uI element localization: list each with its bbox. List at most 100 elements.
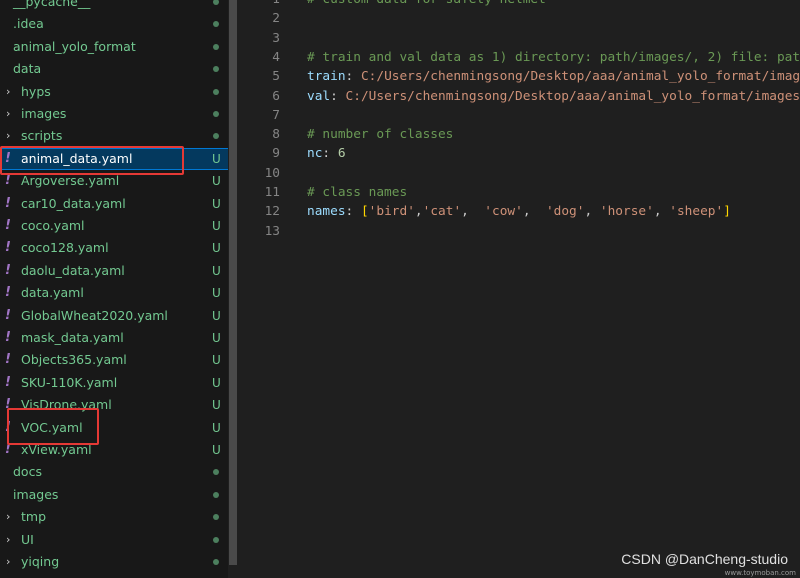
folder-item[interactable]: › UI [0, 529, 228, 551]
folder-item[interactable]: images [0, 484, 228, 506]
line-number: 3 [272, 30, 280, 46]
status-dot-icon [213, 88, 219, 95]
code-token: val [307, 88, 331, 104]
code-line[interactable]: 12 names: ['bird','cat', 'cow', 'dog', 'h… [238, 202, 800, 221]
code-token: 'cat' [422, 204, 462, 220]
untracked-status-badge: U [212, 241, 221, 256]
yaml-file-icon: ! [5, 218, 11, 233]
file-item[interactable]: ! mask_data.yaml U [0, 327, 228, 349]
line-text: # number of classes [307, 125, 453, 144]
code-token: , [584, 204, 600, 220]
folder-item[interactable]: docs [0, 461, 228, 483]
item-label: car10_data.yaml [21, 195, 126, 211]
code-line[interactable]: 9 nc: 6 [238, 144, 800, 163]
folder-item[interactable]: animal_yolo_format [0, 36, 228, 58]
explorer-scrollbar[interactable] [228, 0, 238, 578]
status-dot-icon [213, 0, 219, 5]
line-number: 1 [238, 0, 280, 9]
line-text: nc: 6 [307, 144, 346, 163]
code-token: [ [360, 204, 369, 220]
line-number: 11 [264, 185, 280, 200]
item-label: Objects365.yaml [21, 352, 127, 368]
code-line[interactable]: 8 # number of classes [238, 125, 800, 144]
item-label: __pycache__ [13, 0, 91, 9]
item-label: yiqing [21, 554, 60, 569]
file-item[interactable]: ! car10_data.yaml U [0, 193, 228, 215]
file-item[interactable]: ! SKU-110K.yaml U [0, 372, 228, 394]
file-item[interactable]: ! coco128.yaml U [0, 237, 228, 259]
line-text: names: ['bird','cat', 'cow', 'dog', 'hor… [307, 202, 731, 221]
code-line[interactable]: 4 # train and val data as 1) directory: p… [238, 48, 800, 67]
scrollbar-thumb[interactable] [229, 0, 237, 565]
code-line[interactable]: 10 [238, 164, 800, 183]
code-line[interactable]: 5 train: C:/Users/chenmingsong/Desktop/aa… [238, 67, 800, 86]
code-line[interactable]: 6 val: C:/Users/chenmingsong/Desktop/aaa/… [238, 87, 800, 106]
file-item[interactable]: ! daolu_data.yaml U [0, 260, 228, 282]
file-item[interactable]: ! GlobalWheat2020.yaml U [0, 305, 228, 327]
code-token: : [322, 146, 338, 162]
code-token: , [653, 204, 670, 220]
status-dot-icon [213, 536, 219, 543]
code-line[interactable]: 3 [238, 29, 800, 48]
chevron-right-icon[interactable]: › [6, 81, 16, 103]
item-label: daolu_data.yaml [21, 262, 125, 278]
code-line[interactable]: 11 # class names [238, 183, 800, 202]
file-item[interactable]: ! coco.yaml U [0, 215, 228, 237]
item-label: hyps [21, 83, 51, 99]
untracked-status-badge: U [212, 353, 221, 368]
code-token: : [345, 204, 361, 220]
item-label: docs [13, 464, 42, 480]
yaml-file-icon: ! [5, 374, 11, 390]
chevron-right-icon[interactable]: › [6, 125, 16, 147]
chevron-right-icon[interactable]: › [6, 529, 16, 551]
code-line[interactable]: 2 [238, 9, 800, 28]
code-line[interactable]: 7 [238, 106, 800, 125]
item-label: images [13, 486, 59, 502]
folder-item[interactable]: › tmp [0, 506, 228, 528]
small-watermark-text: www.toymoban.com [724, 569, 796, 577]
folder-item[interactable]: › scripts [0, 125, 228, 147]
code-line[interactable]: 1 # custom data for safety helmet [238, 0, 800, 9]
folder-item[interactable]: › yiqing [0, 551, 228, 573]
code-editor[interactable]: 1 # custom data for safety helmet 2 3 4 # tra… [238, 0, 800, 578]
code-token: 6 [337, 146, 346, 162]
untracked-status-badge: U [212, 420, 221, 435]
item-label: GlobalWheat2020.yaml [21, 307, 168, 323]
code-token: nc [307, 146, 323, 162]
folder-item[interactable]: __pycache__ [0, 0, 228, 13]
file-item[interactable]: ! Objects365.yaml U [0, 349, 228, 371]
status-dot-icon [213, 43, 219, 50]
code-token: # class names [307, 185, 408, 200]
line-number: 5 [272, 69, 280, 85]
line-number: 9 [272, 146, 280, 162]
line-text: # custom data for safety helmet [307, 0, 546, 9]
yaml-file-icon: ! [5, 352, 11, 368]
yaml-file-icon: ! [5, 262, 11, 278]
code-token: # custom data for safety helmet [307, 0, 546, 7]
item-label: tmp [21, 509, 47, 525]
chevron-right-icon[interactable]: › [6, 551, 16, 573]
folder-item[interactable]: .idea [0, 13, 228, 35]
folder-item[interactable]: data [0, 58, 228, 80]
watermark-text: CSDN @DanCheng-studio [621, 551, 788, 567]
code-token: , [461, 204, 485, 220]
line-text: train: C:/Users/chenmingsong/Desktop/aaa… [307, 67, 800, 86]
code-line[interactable]: 13 [238, 222, 800, 241]
folder-item[interactable]: › images [0, 103, 228, 125]
untracked-status-badge: U [212, 286, 221, 301]
item-label: coco.yaml [21, 218, 85, 233]
untracked-status-badge: U [212, 196, 221, 211]
untracked-status-badge: U [212, 443, 221, 457]
folder-item[interactable]: › hyps [0, 81, 228, 103]
code-token: # train and val data as 1) directory: pa… [307, 49, 800, 65]
untracked-status-badge: U [212, 331, 221, 345]
code-token: 'cow' [484, 204, 523, 220]
chevron-right-icon[interactable]: › [6, 506, 16, 528]
file-item[interactable]: ! data.yaml U [0, 282, 228, 304]
chevron-right-icon[interactable]: › [6, 103, 16, 125]
highlight-box-animal-data [0, 146, 184, 175]
code-token: C:/Users/chenmingsong/Desktop/aaa/animal… [345, 88, 800, 104]
status-dot-icon [213, 66, 219, 73]
line-number: 13 [264, 223, 280, 239]
code-token: 'bird' [368, 204, 415, 220]
